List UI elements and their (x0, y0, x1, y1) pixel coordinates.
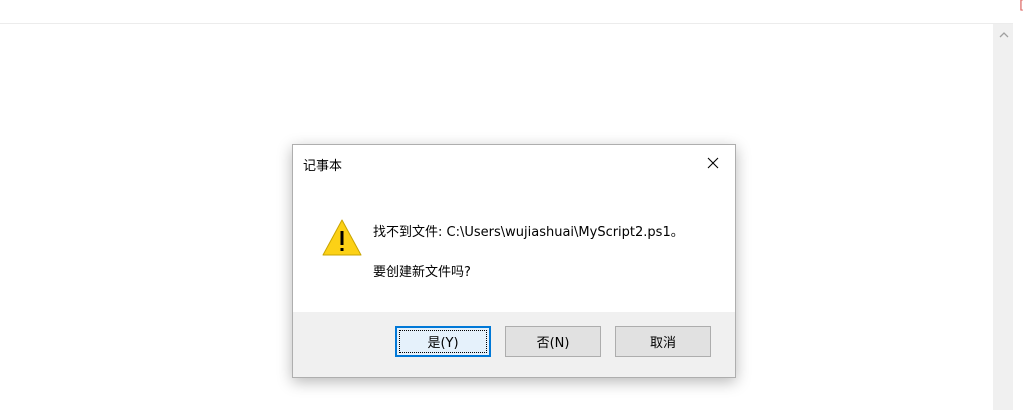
corner-mark: [ (1019, 0, 1024, 12)
chevron-up-icon (999, 31, 1009, 37)
scroll-up-button[interactable] (994, 24, 1014, 44)
close-button[interactable] (691, 145, 735, 181)
warning-icon (322, 219, 362, 256)
adjacent-window-strip: [ (1013, 0, 1025, 410)
no-button[interactable]: 否(N) (505, 326, 601, 357)
message-text-create-prompt: 要创建新文件吗? (373, 265, 471, 280)
close-icon (707, 157, 719, 169)
message-dialog: 记事本 找不到文件: C:\Users\wujiashuai\MyScript2… (292, 144, 736, 378)
dialog-footer: 是(Y) 否(N) 取消 (293, 312, 735, 377)
menu-bar (0, 0, 1013, 24)
notepad-window: [ 记事本 找不到文件: C:\Users\wujiashuai\MyScrip… (0, 0, 1025, 410)
yes-button[interactable]: 是(Y) (395, 326, 491, 357)
cancel-button[interactable]: 取消 (615, 326, 711, 357)
message-text-file-not-found: 找不到文件: C:\Users\wujiashuai\MyScript2.ps1… (373, 225, 684, 240)
dialog-title: 记事本 (303, 159, 343, 174)
vertical-scrollbar[interactable] (993, 24, 1014, 410)
dialog-body: 找不到文件: C:\Users\wujiashuai\MyScript2.ps1… (293, 181, 735, 312)
